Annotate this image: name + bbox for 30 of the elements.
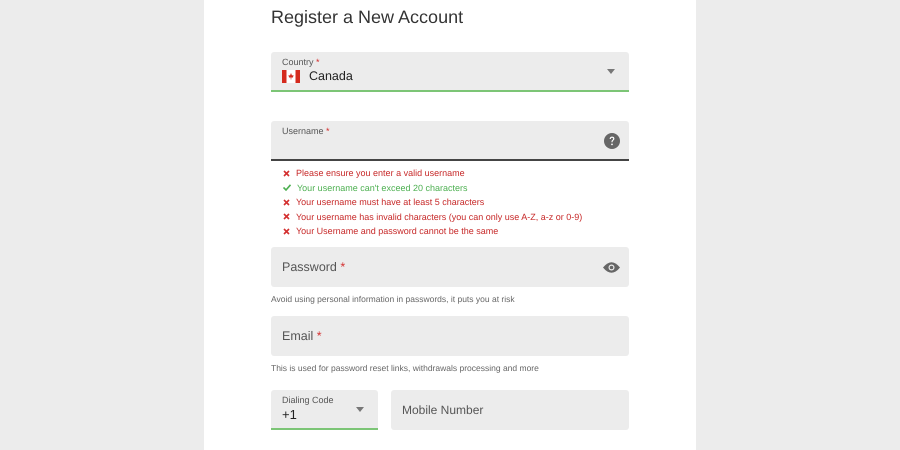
mobile-number-field[interactable]: Mobile Number — [391, 390, 629, 430]
caret-icon — [607, 69, 615, 74]
required-mark: * — [340, 260, 346, 274]
dialing-code-select[interactable]: Dialing Code +1 — [271, 390, 378, 430]
username-field[interactable]: Username * — [271, 121, 629, 161]
validation-message: Your username can't exceed 20 characters — [297, 182, 468, 193]
hint-text: This is used for password reset links, withdrawals processing and more — [271, 362, 540, 374]
validation-message: Your username must have at least 5 characters — [296, 197, 484, 208]
required-mark: * — [326, 126, 330, 136]
field-label: Email — [282, 328, 314, 342]
field-label: Country — [282, 57, 314, 67]
validation-message: Please ensure you enter a valid username — [296, 168, 465, 178]
field-label: Password — [282, 260, 337, 274]
country-select[interactable]: Country * Canada — [271, 52, 629, 92]
flag-icon — [282, 70, 300, 82]
caret-icon — [356, 406, 364, 412]
field-label: Username — [282, 126, 324, 136]
required-mark: * — [316, 328, 322, 342]
validation-message: Your username has invalid characters (you can only use A-Z, a-z or 0-9) — [296, 212, 582, 222]
help-icon[interactable] — [604, 133, 620, 149]
email-field[interactable]: Email * — [271, 316, 629, 356]
required-mark: * — [316, 57, 320, 67]
dialing-code-value: +1 — [282, 406, 297, 422]
hint-text: Avoid using personal information in passwords, it puts you at risk — [271, 292, 516, 306]
page-title: Register a New Account — [271, 6, 464, 28]
field-label: Dialing Code — [282, 394, 334, 404]
password-field[interactable]: Password * — [271, 246, 629, 286]
validation-message: Your Username and password cannot be the same — [296, 226, 498, 236]
eye-icon[interactable] — [603, 262, 620, 272]
country-value: Canada — [309, 69, 353, 83]
